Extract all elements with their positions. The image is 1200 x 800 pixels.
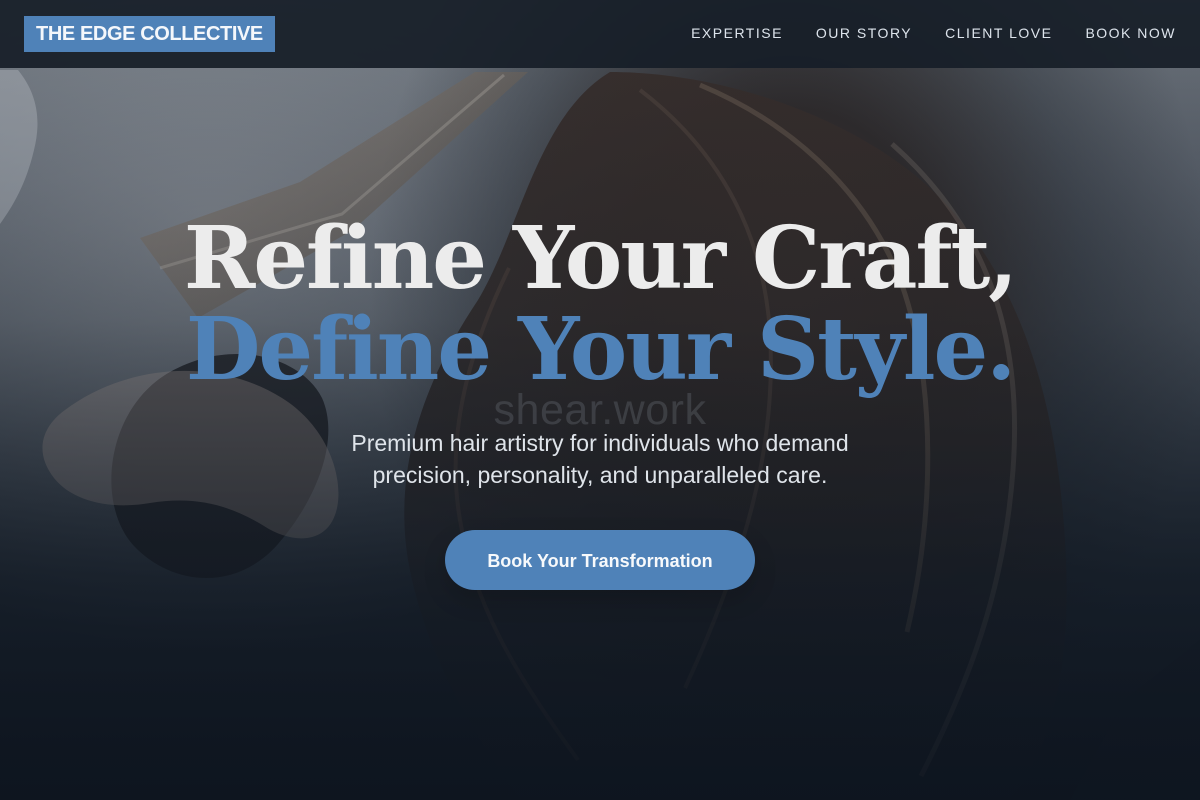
- hero-headline: Refine Your Craft, Define Your Style.: [100, 213, 1100, 395]
- book-transformation-button[interactable]: Book Your Transformation: [445, 530, 755, 590]
- top-navigation-bar: THE EDGE COLLECTIVE EXPERTISE OUR STORY …: [0, 0, 1200, 68]
- nav-link-our-story[interactable]: OUR STORY: [816, 24, 912, 42]
- hero-headline-line-1: Refine Your Craft,: [183, 208, 1018, 309]
- landing-page: THE EDGE COLLECTIVE EXPERTISE OUR STORY …: [0, 0, 1200, 800]
- hero-headline-line-2: Define Your Style.: [185, 299, 1016, 400]
- nav-link-expertise[interactable]: EXPERTISE: [691, 24, 783, 42]
- hero-section: Refine Your Craft, Define Your Style. sh…: [0, 0, 1200, 800]
- nav-link-client-love[interactable]: CLIENT LOVE: [945, 24, 1052, 42]
- hero-subtitle: Premium hair artistry for individuals wh…: [351, 430, 849, 488]
- nav-link-book-now[interactable]: BOOK NOW: [1085, 24, 1176, 42]
- main-navigation: EXPERTISE OUR STORY CLIENT LOVE BOOK NOW: [691, 24, 1176, 42]
- brand-logo[interactable]: THE EDGE COLLECTIVE: [24, 16, 275, 52]
